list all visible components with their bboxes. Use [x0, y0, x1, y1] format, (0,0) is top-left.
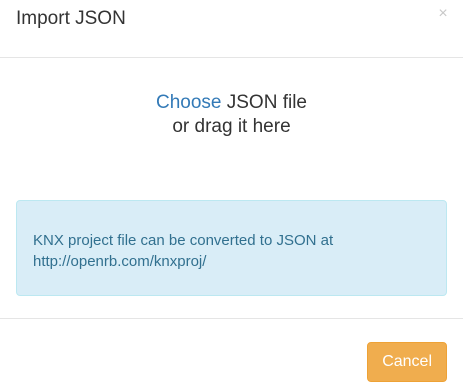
cancel-button[interactable]: Cancel	[367, 342, 447, 382]
choose-file-link[interactable]: Choose	[156, 92, 222, 113]
import-json-dialog: Import JSON × Choose JSON file or drag i…	[0, 0, 463, 383]
dropzone-line-1: Choose JSON file	[16, 92, 447, 114]
info-message: KNX project file can be converted to JSO…	[33, 232, 334, 249]
file-dropzone[interactable]: Choose JSON file or drag it here	[16, 72, 447, 168]
dialog-footer: Cancel	[0, 318, 463, 383]
dropzone-file-text: JSON file	[221, 92, 308, 113]
info-alert: KNX project file can be converted to JSO…	[16, 200, 447, 296]
dropzone-drag-text: or drag it here	[172, 116, 291, 137]
dialog-header: Import JSON ×	[0, 0, 463, 58]
knxproj-link[interactable]: http://openrb.com/knxproj/	[33, 253, 206, 270]
close-icon[interactable]: ×	[435, 4, 451, 24]
dialog-title: Import JSON	[16, 8, 126, 29]
